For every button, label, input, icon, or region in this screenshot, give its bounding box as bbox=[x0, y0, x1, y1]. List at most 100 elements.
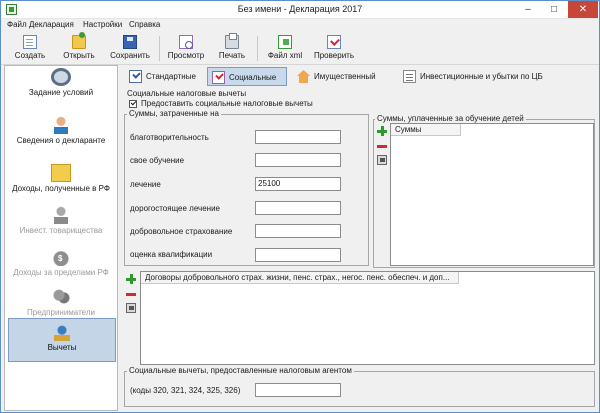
tab-standard[interactable]: Стандартные bbox=[125, 67, 203, 86]
charity-field[interactable] bbox=[255, 130, 341, 144]
save-label: Сохранить bbox=[110, 51, 150, 60]
xml-file-label: Файл xml bbox=[267, 51, 303, 60]
title-bar: Без имени - Декларация 2017 – □ ✕ bbox=[1, 1, 599, 19]
provide-deductions-checkbox[interactable] bbox=[129, 100, 137, 108]
xml-file-icon bbox=[278, 35, 292, 49]
treatment-label: лечение bbox=[130, 180, 161, 189]
xml-file-button[interactable]: Файл xml bbox=[263, 34, 307, 64]
sidebar-item-label: Доходы за пределами РФ bbox=[13, 268, 109, 277]
sidebar-item-declarant[interactable]: Сведения о декларанте bbox=[5, 116, 117, 161]
open-button[interactable]: Открыть bbox=[61, 32, 97, 64]
qualification-assessment-field[interactable] bbox=[255, 248, 341, 262]
sidebar-item-label: Сведения о декларанте bbox=[16, 136, 106, 145]
tab-label: Имущественный bbox=[314, 72, 376, 81]
app-window: Без имени - Декларация 2017 – □ ✕ Файл Д… bbox=[0, 0, 600, 413]
sidebar-item-income-rf[interactable]: Доходы, полученные в РФ bbox=[5, 164, 117, 209]
edit-contract-row-icon[interactable] bbox=[126, 303, 136, 313]
toolbar-separator bbox=[257, 36, 258, 61]
menu-file[interactable]: Файл bbox=[7, 20, 27, 29]
delete-child-row-icon[interactable] bbox=[377, 141, 387, 151]
qualification-assessment-label: оценка квалификации bbox=[130, 250, 213, 259]
agent-deductions-field[interactable] bbox=[255, 383, 341, 397]
sidebar-item-label: Инвест. товарищества bbox=[19, 226, 103, 235]
sidebar-item-income-abroad[interactable]: Доходы за пределами РФ bbox=[5, 248, 117, 293]
charity-label: благотворительность bbox=[130, 133, 209, 142]
new-document-icon bbox=[23, 35, 37, 49]
insurance-contracts-grid[interactable]: Договоры добровольного страх. жизни, пен… bbox=[140, 271, 595, 365]
agent-codes-label: (коды 320, 321, 324, 325, 326) bbox=[130, 386, 241, 395]
add-child-row-icon[interactable] bbox=[377, 126, 387, 136]
provide-deductions-label: Предоставить социальные налоговые вычеты bbox=[141, 99, 313, 108]
tab-property[interactable]: Имущественный bbox=[293, 67, 389, 86]
children-sums-column-header[interactable]: Суммы bbox=[391, 124, 461, 136]
sidebar-item-deductions[interactable]: Вычеты bbox=[8, 318, 116, 362]
insurance-contracts-column-header[interactable]: Договоры добровольного страх. жизни, пен… bbox=[141, 272, 459, 284]
save-button[interactable]: Сохранить bbox=[107, 34, 153, 64]
create-label: Создать bbox=[14, 51, 46, 60]
edit-child-row-icon[interactable] bbox=[377, 155, 387, 165]
preview-label: Просмотр bbox=[167, 51, 205, 60]
add-contract-row-icon[interactable] bbox=[126, 274, 136, 284]
money-bag-icon bbox=[51, 248, 71, 266]
print-label: Печать bbox=[218, 51, 246, 60]
window-title: Без имени - Декларация 2017 bbox=[237, 4, 363, 14]
own-education-label: свое обучение bbox=[130, 156, 185, 165]
sidebar: Задание условий Сведения о декларанте До… bbox=[4, 65, 118, 411]
person-icon bbox=[51, 116, 71, 134]
delete-contract-row-icon[interactable] bbox=[126, 289, 136, 299]
house-icon bbox=[297, 70, 310, 83]
create-button[interactable]: Создать bbox=[13, 34, 47, 64]
voluntary-insurance-field[interactable] bbox=[255, 224, 341, 238]
expensive-treatment-label: дорогостоящее лечение bbox=[130, 204, 220, 213]
deduction-tabs: Стандартные Социальные Имущественный Инв… bbox=[121, 65, 599, 88]
treatment-field[interactable]: 25100 bbox=[255, 177, 341, 191]
menu-declaration[interactable]: Декларация bbox=[29, 20, 74, 29]
own-education-field[interactable] bbox=[255, 153, 341, 167]
open-folder-icon bbox=[72, 32, 86, 49]
toolbar: Создать Открыть Сохранить Просмотр Печат… bbox=[1, 32, 599, 65]
preview-icon bbox=[179, 35, 193, 49]
save-disk-icon bbox=[123, 35, 137, 49]
maximize-button[interactable]: □ bbox=[541, 1, 567, 18]
tab-label: Стандартные bbox=[146, 72, 196, 81]
menu-bar: Файл Декларация Настройки Справка bbox=[1, 19, 599, 32]
tab-label: Социальные bbox=[229, 73, 277, 82]
open-label: Открыть bbox=[63, 51, 95, 60]
printer-icon bbox=[225, 33, 239, 49]
social-deductions-panel: Социальные налоговые вычеты Предоставить… bbox=[121, 88, 598, 410]
menu-settings[interactable]: Настройки bbox=[83, 20, 122, 29]
tab-investment[interactable]: Инвестиционные и убытки по ЦБ bbox=[399, 67, 559, 86]
investor-icon bbox=[51, 206, 71, 224]
entrepreneurs-icon bbox=[51, 288, 71, 306]
minimize-button[interactable]: – bbox=[515, 1, 541, 18]
sidebar-item-investment-partnerships[interactable]: Инвест. товарищества bbox=[5, 206, 117, 251]
sidebar-item-label: Вычеты bbox=[47, 343, 77, 352]
check-label: Проверить bbox=[313, 51, 354, 60]
preview-button[interactable]: Просмотр bbox=[165, 34, 207, 64]
menu-help[interactable]: Справка bbox=[129, 20, 160, 29]
tab-social[interactable]: Социальные bbox=[207, 67, 287, 86]
agent-deductions-title: Социальные вычеты, предоставленные налог… bbox=[127, 366, 354, 375]
social-icon bbox=[212, 71, 225, 84]
voluntary-insurance-label: добровольное страхование bbox=[130, 227, 233, 236]
spent-groupbox-title: Суммы, затраченные на bbox=[127, 109, 221, 118]
sidebar-item-conditions[interactable]: Задание условий bbox=[5, 68, 117, 113]
toolbar-separator bbox=[159, 36, 160, 61]
tab-label: Инвестиционные и убытки по ЦБ bbox=[420, 72, 543, 81]
sidebar-item-label: Доходы, полученные в РФ bbox=[12, 184, 110, 193]
deductions-icon bbox=[52, 323, 72, 341]
children-education-title: Суммы, уплаченные за обучение детей bbox=[375, 114, 526, 123]
gear-icon bbox=[51, 68, 71, 86]
section-title: Социальные налоговые вычеты bbox=[127, 89, 247, 98]
sidebar-item-label: Задание условий bbox=[28, 88, 94, 97]
folders-icon bbox=[51, 164, 71, 182]
sidebar-item-label: Предприниматели bbox=[27, 308, 95, 317]
standard-icon bbox=[129, 70, 142, 83]
print-button[interactable]: Печать bbox=[213, 33, 251, 64]
expensive-treatment-field[interactable] bbox=[255, 201, 341, 215]
investment-icon bbox=[403, 70, 416, 83]
children-sums-grid[interactable]: Суммы bbox=[390, 123, 594, 266]
check-button[interactable]: Проверить bbox=[311, 34, 357, 64]
close-button[interactable]: ✕ bbox=[568, 1, 598, 18]
check-icon bbox=[327, 35, 341, 49]
